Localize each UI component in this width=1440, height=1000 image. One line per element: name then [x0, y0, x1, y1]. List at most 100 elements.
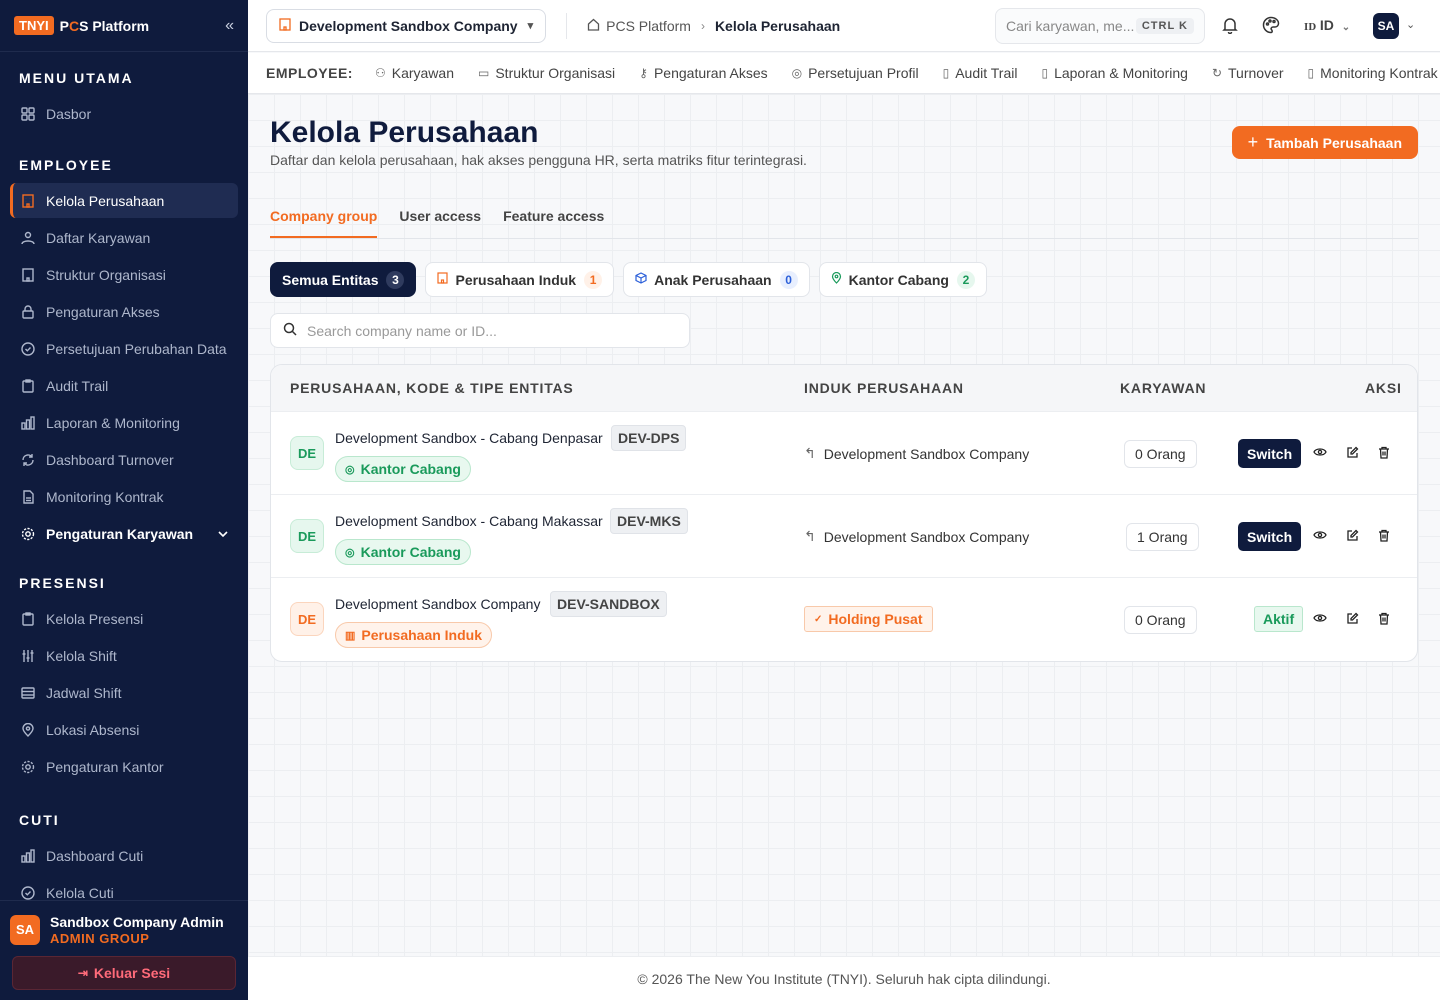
collapse-sidebar-icon[interactable]: « [225, 17, 234, 35]
sidebar-item-audit-trail[interactable]: Audit Trail [10, 368, 238, 403]
filter-count: 2 [956, 270, 975, 289]
user-avatar[interactable]: SA [1373, 13, 1399, 39]
palette-icon[interactable] [1262, 16, 1280, 39]
tab-feature-access[interactable]: Feature access [503, 204, 604, 238]
tab-company-group[interactable]: Company group [270, 204, 378, 238]
edit-icon[interactable] [1344, 527, 1360, 543]
tabs: Company group User access Feature access [270, 204, 1418, 239]
chevron-down-icon[interactable]: ⌄ [1406, 18, 1415, 31]
employee-count: 1 Orang [1126, 523, 1199, 551]
filter-semua-entitas[interactable]: Semua Entitas 3 [270, 262, 417, 297]
entity-avatar: DE [290, 519, 324, 553]
home-icon[interactable] [587, 18, 600, 34]
eye-icon[interactable] [1312, 610, 1328, 626]
sidebar-item-kelola-perusahaan[interactable]: Kelola Perusahaan [10, 183, 238, 218]
users-icon: ⚇ [374, 66, 386, 80]
filter-label: Semua Entitas [282, 271, 379, 288]
trash-icon[interactable] [1376, 444, 1392, 460]
add-company-label: Tambah Perusahaan [1266, 134, 1402, 151]
subnav-item-label: Audit Trail [955, 65, 1018, 81]
sidebar-item-label: Kelola Cuti [46, 884, 114, 901]
filter-perusahaan-induk[interactable]: Perusahaan Induk 1 [425, 262, 615, 297]
refresh-icon: ↻ [1211, 66, 1223, 80]
sidebar-item-kelola-shift[interactable]: Kelola Shift [10, 638, 238, 673]
sidebar-item-struktur-organisasi[interactable]: Struktur Organisasi [10, 257, 238, 292]
sidebar-item-jadwal-shift[interactable]: Jadwal Shift [10, 675, 238, 710]
logout-label: Keluar Sesi [93, 965, 171, 981]
brand-name: PCS Platform [59, 17, 150, 34]
active-badge: Aktif [1254, 606, 1304, 632]
switch-button[interactable]: Switch [1238, 522, 1302, 551]
key-icon: ⚷ [639, 66, 648, 80]
edit-icon[interactable] [1344, 444, 1360, 460]
eye-icon[interactable] [1312, 527, 1328, 543]
company-table: PERUSAHAAN, KODE & TIPE ENTITAS INDUK PE… [270, 364, 1418, 662]
entity-type-label: Kantor Cabang [360, 461, 461, 477]
sidebar-item-label: Laporan & Monitoring [46, 414, 180, 431]
sidebar-item-pengaturan-akses[interactable]: Pengaturan Akses [10, 294, 238, 329]
subnav-item-laporan-monitoring[interactable]: ▯ Laporan & Monitoring [1041, 65, 1187, 81]
subnav-item-persetujuan-profil[interactable]: ◎ Persetujuan Profil [792, 65, 919, 81]
sidebar-item-dashboard-cuti[interactable]: Dashboard Cuti [10, 838, 238, 873]
brand-badge: TNYI [14, 16, 54, 35]
eye-icon[interactable] [1312, 444, 1328, 460]
users-icon [20, 230, 36, 246]
subnav-label: EMPLOYEE: [266, 65, 353, 81]
filter-count: 1 [584, 270, 603, 289]
sidebar-item-laporan-monitoring[interactable]: Laporan & Monitoring [10, 405, 238, 440]
filter-count: 3 [386, 270, 405, 289]
clipboard-icon [20, 378, 36, 394]
sidebar-item-dasbor[interactable]: Dasbor [10, 96, 238, 131]
building-icon [437, 272, 449, 287]
global-search-input[interactable]: Cari karyawan, me... CTRL K [995, 8, 1205, 44]
user-role: ADMIN GROUP [50, 931, 150, 946]
sliders-icon [20, 648, 36, 664]
bell-icon[interactable] [1222, 16, 1238, 39]
sidebar-item-pengaturan-karyawan[interactable]: Pengaturan Karyawan [10, 516, 238, 551]
sidebar-item-monitoring-kontrak[interactable]: Monitoring Kontrak [10, 479, 238, 514]
subnav-item-pengaturan-akses[interactable]: ⚷ Pengaturan Akses [639, 65, 767, 81]
trash-icon[interactable] [1376, 610, 1392, 626]
sidebar-item-label: Audit Trail [46, 377, 109, 394]
parent-company-name: Development Sandbox Company [823, 528, 1030, 545]
breadcrumb-current: Kelola Perusahaan [714, 17, 841, 34]
table-row: DE Development Sandbox - Cabang Denpasar… [271, 412, 1417, 495]
sidebar-item-persetujuan-perubahan-data[interactable]: Persetujuan Perubahan Data [10, 331, 238, 366]
sidebar-item-dashboard-turnover[interactable]: Dashboard Turnover [10, 442, 238, 477]
logout-button[interactable]: ⇥ Keluar Sesi [12, 956, 236, 990]
trash-icon[interactable] [1376, 527, 1392, 543]
tab-user-access[interactable]: User access [399, 204, 481, 238]
company-name: Development Sandbox - Cabang Makassar [335, 513, 603, 529]
subnav-item-label: Persetujuan Profil [808, 65, 919, 81]
user-name: Sandbox Company Admin [50, 914, 224, 930]
clipboard-icon [20, 611, 36, 627]
subnav-item-monitoring-kontrak[interactable]: ▯ Monitoring Kontrak [1308, 65, 1438, 81]
company-selector[interactable]: Development Sandbox Company ▾ [266, 8, 547, 43]
sidebar-item-label: Monitoring Kontrak [46, 488, 164, 505]
edit-icon[interactable] [1344, 610, 1360, 626]
filter-anak-perusahaan[interactable]: Anak Perusahaan 0 [623, 262, 810, 297]
sidebar-item-kelola-presensi[interactable]: Kelola Presensi [10, 601, 238, 636]
sidebar-item-lokasi-absensi[interactable]: Lokasi Absensi [10, 712, 238, 747]
subnav-item-audit-trail[interactable]: ▯ Audit Trail [943, 65, 1018, 81]
company-search-input[interactable]: Search company name or ID... [270, 313, 690, 348]
breadcrumb: PCS Platform › Kelola Perusahaan [566, 12, 841, 39]
subnav-item-turnover[interactable]: ↻ Turnover [1212, 65, 1284, 81]
add-company-button[interactable]: + Tambah Perusahaan [1231, 126, 1418, 159]
language-selector[interactable]: ID ID ⌄ [1304, 17, 1350, 33]
parent-company: ↰ Development Sandbox Company [804, 445, 1029, 462]
employee-count: 0 Orang [1124, 606, 1197, 634]
plus-icon: + [1247, 132, 1259, 152]
sidebar-item-daftar-karyawan[interactable]: Daftar Karyawan [10, 220, 238, 255]
switch-button[interactable]: Switch [1238, 439, 1302, 468]
sidebar-item-pengaturan-kantor[interactable]: Pengaturan Kantor [10, 749, 238, 784]
subnav-item-struktur-organisasi[interactable]: ▭ Struktur Organisasi [478, 65, 615, 81]
building-icon: ▭ [478, 66, 490, 80]
filter-kantor-cabang[interactable]: Kantor Cabang 2 [818, 262, 987, 297]
sidebar-item-label: Pengaturan Akses [46, 303, 160, 320]
sidebar: TNYI PCS Platform « MENU UTAMA Dasbor EM… [0, 0, 248, 1000]
file-icon: ▯ [1041, 66, 1049, 80]
entity-type-label: Perusahaan Induk [361, 627, 482, 643]
breadcrumb-root[interactable]: PCS Platform [606, 18, 691, 34]
subnav-item-karyawan[interactable]: ⚇ Karyawan [375, 65, 454, 81]
